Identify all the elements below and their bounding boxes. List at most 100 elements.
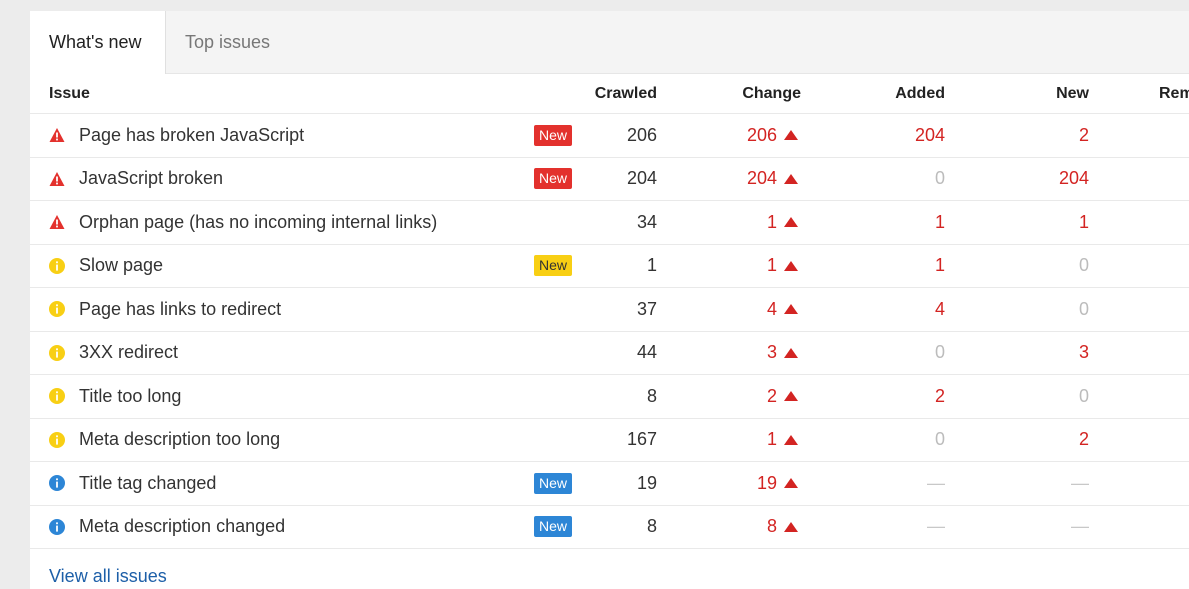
change-value[interactable]: 8 xyxy=(767,516,777,537)
new-value[interactable]: 204 xyxy=(1059,158,1089,201)
change-value[interactable]: 1 xyxy=(767,429,777,450)
issue-cell: Meta description too long xyxy=(49,419,280,462)
added-value[interactable]: 0 xyxy=(935,158,945,201)
issue-cell: Meta description changed xyxy=(49,506,285,549)
added-value: — xyxy=(927,516,945,537)
table-header: Issue Crawled Change Added New Rem xyxy=(30,74,1189,114)
crawled-value[interactable]: 8 xyxy=(647,375,657,418)
table-row[interactable]: Meta description changed New 8 8 — — xyxy=(30,506,1189,549)
crawled-value[interactable]: 206 xyxy=(627,114,657,157)
issue-label[interactable]: Title tag changed xyxy=(79,473,216,494)
issue-cell: JavaScript broken xyxy=(49,158,223,201)
change-cell: 1 xyxy=(767,201,801,244)
change-cell: 8 xyxy=(767,506,801,549)
crawled-value[interactable]: 1 xyxy=(647,245,657,288)
added-value[interactable]: 1 xyxy=(935,201,945,244)
issue-label[interactable]: Orphan page (has no incoming internal li… xyxy=(79,212,437,233)
new-value[interactable]: 0 xyxy=(1079,375,1089,418)
new-badge: New xyxy=(534,124,573,146)
increase-arrow-icon xyxy=(784,391,798,402)
new-value[interactable]: 3 xyxy=(1079,332,1089,375)
new-value[interactable]: 0 xyxy=(1079,245,1089,288)
issue-label[interactable]: 3XX redirect xyxy=(79,342,178,363)
issue-label[interactable]: JavaScript broken xyxy=(79,168,223,189)
increase-arrow-icon xyxy=(784,304,798,315)
badge-cell: New xyxy=(534,114,573,157)
header-new[interactable]: New xyxy=(1056,74,1089,113)
change-cell: 1 xyxy=(767,245,801,288)
header-removed[interactable]: Rem xyxy=(1159,74,1189,113)
info-yellow-icon xyxy=(49,431,65,448)
table-row[interactable]: Page has broken JavaScript New 206 206 204 2 xyxy=(30,114,1189,158)
increase-arrow-icon xyxy=(784,217,798,228)
new-value: — xyxy=(1071,516,1089,537)
header-change[interactable]: Change xyxy=(742,74,801,113)
table-row[interactable]: 3XX redirect 44 3 0 3 xyxy=(30,332,1189,375)
table-row[interactable]: Page has links to redirect 37 4 4 0 xyxy=(30,288,1189,332)
table-row[interactable]: JavaScript broken New 204 204 0 204 xyxy=(30,158,1189,201)
new-badge: New xyxy=(534,516,573,538)
increase-arrow-icon xyxy=(784,521,798,532)
added-value[interactable]: 0 xyxy=(935,332,945,375)
view-all-issues-link[interactable]: View all issues xyxy=(49,566,167,587)
change-value[interactable]: 2 xyxy=(767,386,777,407)
issue-cell: Orphan page (has no incoming internal li… xyxy=(49,201,437,244)
header-issue[interactable]: Issue xyxy=(49,74,90,113)
increase-arrow-icon xyxy=(784,478,798,489)
issue-label[interactable]: Slow page xyxy=(79,255,163,276)
change-cell: 19 xyxy=(757,462,801,505)
new-value[interactable]: 0 xyxy=(1079,288,1089,331)
issue-label[interactable]: Page has broken JavaScript xyxy=(79,125,304,146)
increase-arrow-icon xyxy=(784,130,798,141)
issue-cell: Page has broken JavaScript xyxy=(49,114,304,157)
change-value[interactable]: 4 xyxy=(767,299,777,320)
header-added[interactable]: Added xyxy=(895,74,945,113)
new-badge: New xyxy=(534,168,573,190)
added-value[interactable]: 4 xyxy=(935,288,945,331)
added-value[interactable]: 0 xyxy=(935,419,945,462)
change-value[interactable]: 19 xyxy=(757,473,777,494)
crawled-value[interactable]: 34 xyxy=(637,201,657,244)
increase-arrow-icon xyxy=(784,173,798,184)
issue-cell: 3XX redirect xyxy=(49,332,178,375)
table-row[interactable]: Orphan page (has no incoming internal li… xyxy=(30,201,1189,245)
crawled-value[interactable]: 37 xyxy=(637,288,657,331)
new-value[interactable]: 2 xyxy=(1079,114,1089,157)
crawled-value[interactable]: 167 xyxy=(627,419,657,462)
change-value[interactable]: 206 xyxy=(747,125,777,146)
badge-cell: New xyxy=(534,245,573,288)
table-row[interactable]: Title too long 8 2 2 0 xyxy=(30,375,1189,419)
badge-cell: New xyxy=(534,506,573,549)
tab-top-issues[interactable]: Top issues xyxy=(166,11,289,74)
added-value[interactable]: 1 xyxy=(935,245,945,288)
crawled-value[interactable]: 204 xyxy=(627,158,657,201)
change-value[interactable]: 204 xyxy=(747,168,777,189)
new-value[interactable]: 1 xyxy=(1079,201,1089,244)
issue-cell: Slow page xyxy=(49,245,163,288)
issue-label[interactable]: Meta description changed xyxy=(79,516,285,537)
added-value[interactable]: 204 xyxy=(915,114,945,157)
info-yellow-icon xyxy=(49,344,65,361)
info-blue-icon xyxy=(49,475,65,492)
change-value[interactable]: 1 xyxy=(767,255,777,276)
increase-arrow-icon xyxy=(784,260,798,271)
issue-cell: Page has links to redirect xyxy=(49,288,281,331)
issues-card: What's new Top issues Issue Crawled Chan… xyxy=(30,11,1189,589)
table-row[interactable]: Meta description too long 167 1 0 2 xyxy=(30,419,1189,462)
table-row[interactable]: Title tag changed New 19 19 — — xyxy=(30,462,1189,506)
change-cell: 204 xyxy=(747,158,801,201)
info-yellow-icon xyxy=(49,257,65,274)
tab-whats-new[interactable]: What's new xyxy=(30,11,166,74)
header-crawled[interactable]: Crawled xyxy=(595,74,657,113)
crawled-value[interactable]: 44 xyxy=(637,332,657,375)
change-value[interactable]: 3 xyxy=(767,342,777,363)
issue-label[interactable]: Title too long xyxy=(79,386,181,407)
crawled-value[interactable]: 8 xyxy=(647,506,657,549)
change-value[interactable]: 1 xyxy=(767,212,777,233)
table-row[interactable]: Slow page New 1 1 1 0 xyxy=(30,245,1189,288)
issue-label[interactable]: Page has links to redirect xyxy=(79,299,281,320)
crawled-value[interactable]: 19 xyxy=(637,462,657,505)
new-value[interactable]: 2 xyxy=(1079,419,1089,462)
issue-label[interactable]: Meta description too long xyxy=(79,429,280,450)
added-value[interactable]: 2 xyxy=(935,375,945,418)
